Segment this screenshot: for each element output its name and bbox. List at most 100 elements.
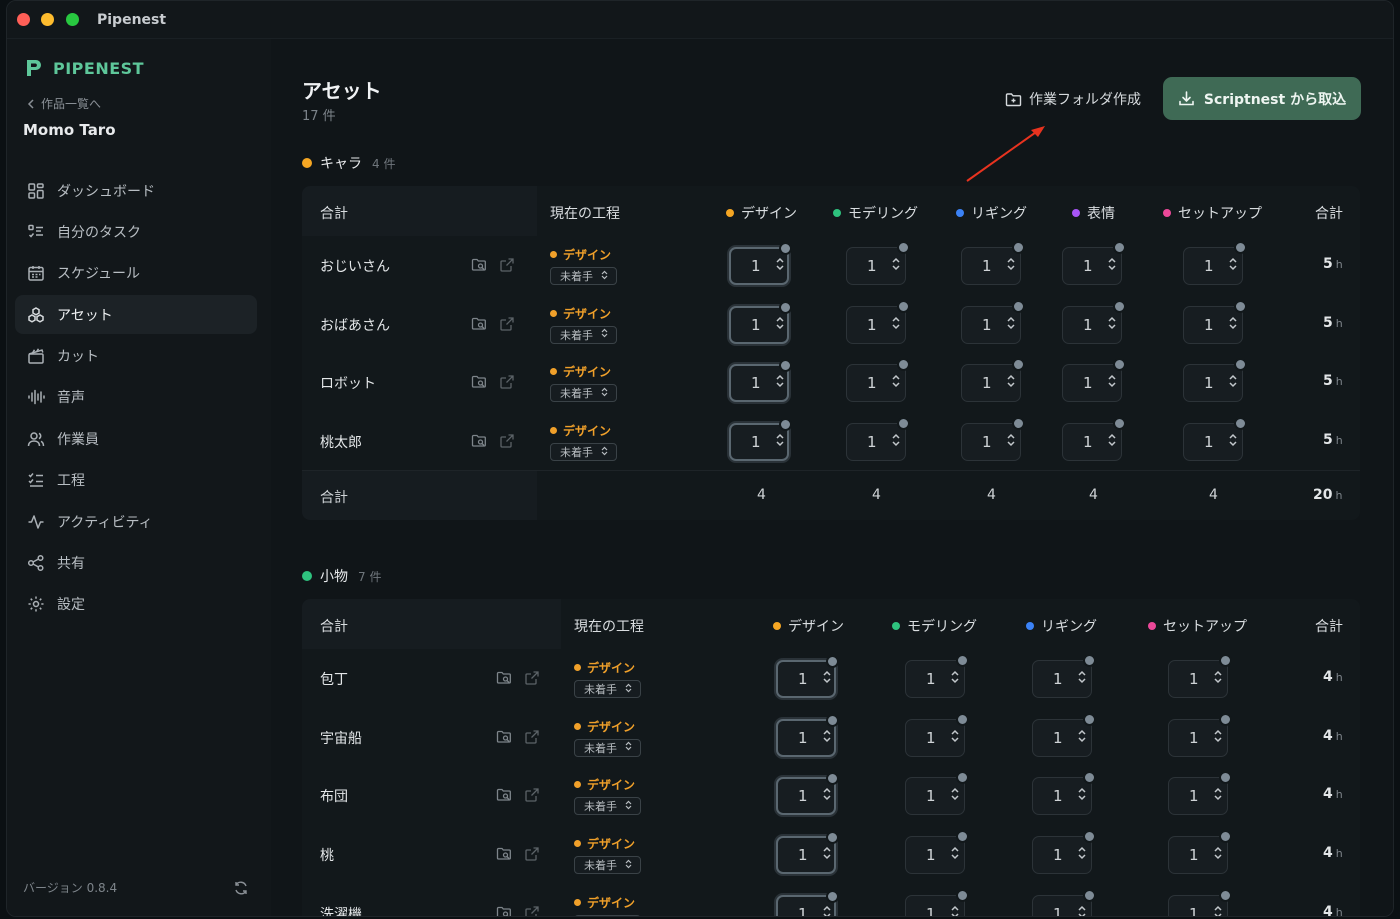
stepper-arrows-icon[interactable] bbox=[822, 845, 832, 865]
assignee-indicator[interactable] bbox=[1234, 417, 1247, 431]
sidebar-item-share[interactable]: 共有 bbox=[15, 544, 257, 583]
external-link-icon[interactable] bbox=[499, 257, 515, 273]
assignee-indicator[interactable] bbox=[956, 888, 969, 902]
stepper-arrows-icon[interactable] bbox=[950, 669, 960, 689]
asset-name[interactable]: 桃 bbox=[320, 845, 334, 865]
hours-stepper[interactable]: 1 bbox=[846, 299, 910, 344]
sidebar-item-cuts[interactable]: カット bbox=[15, 337, 257, 376]
hours-stepper[interactable]: 1 bbox=[776, 889, 839, 916]
minimize-window-button[interactable] bbox=[41, 13, 54, 26]
stepper-arrows-icon[interactable] bbox=[1228, 373, 1238, 393]
hours-stepper[interactable]: 1 bbox=[1032, 712, 1096, 757]
hours-stepper[interactable]: 1 bbox=[846, 241, 910, 285]
asset-name[interactable]: 宇宙船 bbox=[320, 728, 362, 748]
stepper-arrows-icon[interactable] bbox=[1077, 669, 1087, 689]
stepper-arrows-icon[interactable] bbox=[1107, 432, 1117, 452]
hours-stepper[interactable]: 1 bbox=[1032, 654, 1096, 698]
open-folder-icon[interactable] bbox=[496, 787, 512, 803]
stepper-arrows-icon[interactable] bbox=[1077, 728, 1087, 748]
assignee-indicator[interactable] bbox=[897, 417, 910, 431]
stepper-arrows-icon[interactable] bbox=[1228, 315, 1238, 335]
stepper-arrows-icon[interactable] bbox=[775, 432, 785, 452]
stepper-arrows-icon[interactable] bbox=[1213, 786, 1223, 806]
external-link-icon[interactable] bbox=[524, 846, 540, 862]
stepper-arrows-icon[interactable] bbox=[1006, 432, 1016, 452]
create-work-folder-button[interactable]: 作業フォルダ作成 bbox=[1005, 87, 1141, 111]
back-to-works-link[interactable]: 作品一覧へ bbox=[27, 95, 101, 112]
external-link-icon[interactable] bbox=[524, 905, 540, 916]
hours-stepper[interactable]: 1 bbox=[1062, 299, 1126, 344]
assignee-indicator[interactable] bbox=[1083, 654, 1096, 667]
assignee-indicator[interactable] bbox=[779, 242, 792, 255]
open-folder-icon[interactable] bbox=[471, 374, 487, 390]
assignee-indicator[interactable] bbox=[897, 358, 910, 372]
stepper-arrows-icon[interactable] bbox=[1006, 315, 1016, 335]
asset-name[interactable]: 洗濯機 bbox=[320, 904, 362, 916]
assignee-indicator[interactable] bbox=[1219, 654, 1232, 667]
stepper-arrows-icon[interactable] bbox=[950, 728, 960, 748]
hours-stepper[interactable]: 1 bbox=[961, 241, 1025, 285]
assignee-indicator[interactable] bbox=[826, 772, 839, 786]
status-select[interactable]: 未着手 bbox=[574, 914, 641, 916]
asset-name[interactable]: おじいさん bbox=[320, 256, 390, 276]
assignee-indicator[interactable] bbox=[1234, 241, 1247, 254]
hours-stepper[interactable]: 1 bbox=[776, 772, 839, 816]
assignee-indicator[interactable] bbox=[1012, 241, 1025, 254]
stepper-arrows-icon[interactable] bbox=[1077, 786, 1087, 806]
external-link-icon[interactable] bbox=[524, 787, 540, 803]
open-folder-icon[interactable] bbox=[471, 316, 487, 332]
assignee-indicator[interactable] bbox=[956, 771, 969, 785]
asset-name[interactable]: 布団 bbox=[320, 786, 348, 806]
assignee-indicator[interactable] bbox=[1012, 417, 1025, 431]
hours-stepper[interactable]: 1 bbox=[905, 654, 969, 698]
stepper-arrows-icon[interactable] bbox=[822, 669, 832, 689]
status-select[interactable]: 未着手 bbox=[550, 384, 617, 403]
stepper-arrows-icon[interactable] bbox=[822, 786, 832, 806]
assignee-indicator[interactable] bbox=[779, 300, 792, 314]
stepper-arrows-icon[interactable] bbox=[950, 904, 960, 916]
stepper-arrows-icon[interactable] bbox=[1006, 256, 1016, 276]
stepper-arrows-icon[interactable] bbox=[1077, 845, 1087, 865]
stepper-arrows-icon[interactable] bbox=[1228, 256, 1238, 276]
assignee-indicator[interactable] bbox=[779, 359, 792, 373]
hours-stepper[interactable]: 1 bbox=[846, 417, 910, 462]
external-link-icon[interactable] bbox=[499, 374, 515, 390]
assignee-indicator[interactable] bbox=[956, 654, 969, 667]
hours-stepper[interactable]: 1 bbox=[1183, 417, 1247, 462]
hours-stepper[interactable]: 1 bbox=[905, 771, 969, 816]
stepper-arrows-icon[interactable] bbox=[1213, 669, 1223, 689]
assignee-indicator[interactable] bbox=[1113, 299, 1126, 313]
maximize-window-button[interactable] bbox=[66, 13, 79, 26]
status-select[interactable]: 未着手 bbox=[550, 443, 617, 462]
assignee-indicator[interactable] bbox=[1219, 771, 1232, 785]
open-folder-icon[interactable] bbox=[471, 433, 487, 449]
stepper-arrows-icon[interactable] bbox=[1213, 728, 1223, 748]
stepper-arrows-icon[interactable] bbox=[891, 432, 901, 452]
hours-stepper[interactable]: 1 bbox=[1062, 241, 1126, 285]
stepper-arrows-icon[interactable] bbox=[822, 904, 832, 916]
hours-stepper[interactable]: 1 bbox=[729, 418, 792, 462]
stepper-arrows-icon[interactable] bbox=[1006, 373, 1016, 393]
open-folder-icon[interactable] bbox=[496, 905, 512, 916]
status-select[interactable]: 未着手 bbox=[550, 325, 617, 344]
hours-stepper[interactable]: 1 bbox=[1168, 830, 1232, 875]
stepper-arrows-icon[interactable] bbox=[891, 373, 901, 393]
stepper-arrows-icon[interactable] bbox=[775, 256, 785, 276]
sidebar-item-dashboard[interactable]: ダッシュボード bbox=[15, 171, 257, 210]
hours-stepper[interactable]: 1 bbox=[1183, 358, 1247, 403]
status-select[interactable]: 未着手 bbox=[574, 856, 641, 875]
assignee-indicator[interactable] bbox=[1083, 888, 1096, 902]
hours-stepper[interactable]: 1 bbox=[961, 417, 1025, 462]
stepper-arrows-icon[interactable] bbox=[1213, 904, 1223, 916]
status-select[interactable]: 未着手 bbox=[574, 738, 641, 757]
hours-stepper[interactable]: 1 bbox=[961, 358, 1025, 403]
hours-stepper[interactable]: 1 bbox=[729, 300, 792, 344]
external-link-icon[interactable] bbox=[524, 729, 540, 745]
asset-name[interactable]: 桃太郎 bbox=[320, 432, 362, 452]
hours-stepper[interactable]: 1 bbox=[1032, 830, 1096, 875]
hours-stepper[interactable]: 1 bbox=[1062, 417, 1126, 462]
hours-stepper[interactable]: 1 bbox=[1032, 771, 1096, 816]
asset-name[interactable]: 包丁 bbox=[320, 669, 348, 689]
assignee-indicator[interactable] bbox=[826, 889, 839, 903]
hours-stepper[interactable]: 1 bbox=[1168, 654, 1232, 698]
